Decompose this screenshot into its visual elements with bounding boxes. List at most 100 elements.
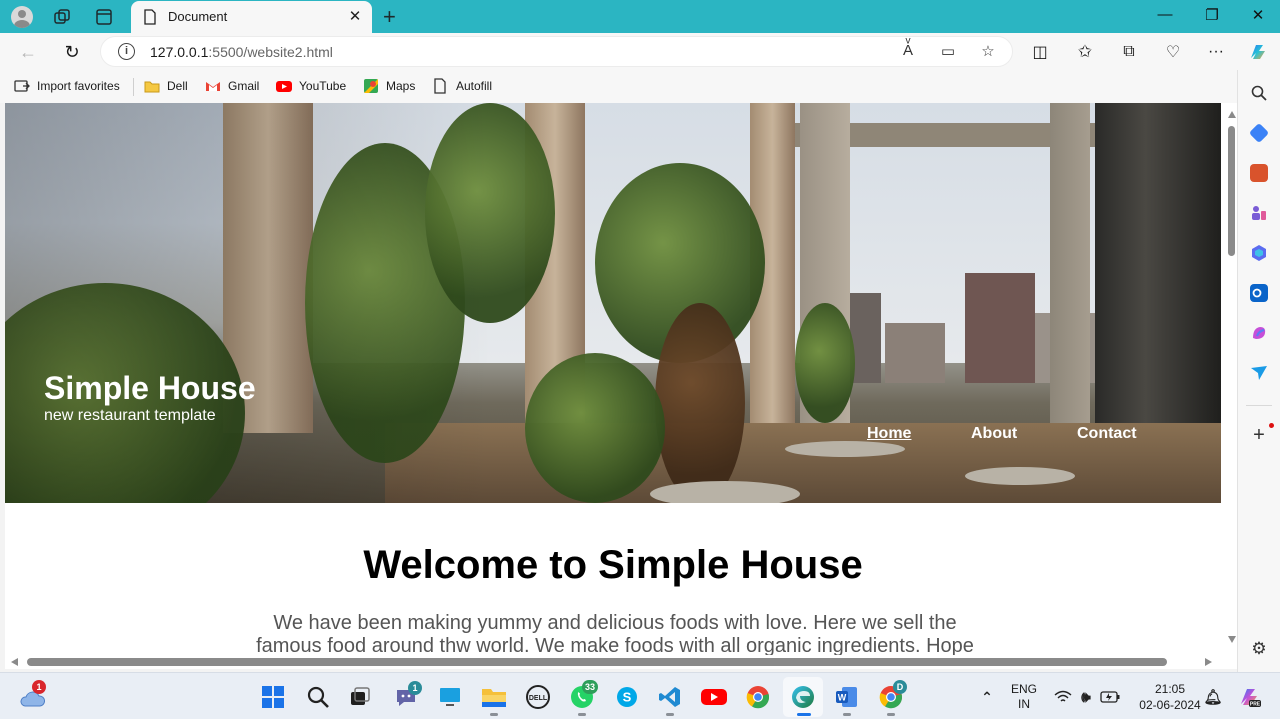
file-explorer-folder-icon[interactable] xyxy=(481,684,507,710)
send-arrow-icon[interactable] xyxy=(1250,364,1268,382)
close-tab-icon[interactable]: ✕ xyxy=(346,7,364,25)
task-view-icon[interactable] xyxy=(347,684,373,710)
split-screen-icon[interactable]: ◫ xyxy=(1028,40,1052,64)
chrome-icon[interactable] xyxy=(745,684,771,710)
show-hidden-icons-chevron-up-icon[interactable]: ⌃ xyxy=(974,684,1000,710)
edge-browser-icon[interactable] xyxy=(790,684,816,710)
vscode-icon[interactable] xyxy=(657,684,683,710)
document-icon xyxy=(433,78,449,94)
gmail-icon xyxy=(205,78,221,94)
favorites-bar: Import favorites Dell Gmail YouTube Maps… xyxy=(0,70,1280,103)
monitor-app-icon[interactable] xyxy=(437,684,463,710)
teams-badge: 1 xyxy=(408,681,422,695)
search-icon[interactable] xyxy=(305,684,331,710)
clock[interactable]: 21:05 02-06-2024 xyxy=(1130,681,1210,713)
site-brand: Simple House new restaurant template xyxy=(44,369,256,425)
svg-text:W: W xyxy=(838,693,847,703)
import-icon xyxy=(14,78,30,94)
profile-avatar-icon[interactable] xyxy=(10,5,34,29)
chrome-profile-badge: D xyxy=(893,680,907,694)
nav-contact-link[interactable]: Contact xyxy=(1077,425,1137,443)
skype-icon[interactable]: S xyxy=(614,684,640,710)
brand-title: Simple House xyxy=(44,370,256,406)
microsoft-365-icon[interactable] xyxy=(1250,244,1268,262)
search-icon[interactable] xyxy=(1250,84,1268,102)
intro-paragraph: We have been making yummy and delicious … xyxy=(256,612,974,657)
windows-start-icon[interactable] xyxy=(260,684,286,710)
page-viewport: Simple House new restaurant template Hom… xyxy=(5,103,1237,669)
add-sidebar-app-icon[interactable]: + xyxy=(1250,425,1268,445)
windows-taskbar: 1 1 DELL 33 S W D ⌃ ENG IN 🕪 21:05 02-06… xyxy=(0,672,1280,719)
clock-date: 02-06-2024 xyxy=(1139,698,1201,712)
copilot-icon[interactable] xyxy=(1246,40,1270,64)
svg-text:S: S xyxy=(623,690,632,705)
volume-speaker-icon[interactable]: 🕪 xyxy=(1073,684,1099,710)
favorite-autofill[interactable]: Autofill xyxy=(433,78,492,94)
svg-text:DELL: DELL xyxy=(529,695,548,702)
vertical-scroll-thumb[interactable] xyxy=(1228,126,1235,256)
minimize-icon[interactable]: — xyxy=(1155,6,1175,23)
favorite-star-icon[interactable]: ☆ xyxy=(978,42,998,62)
scroll-right-arrow-icon[interactable] xyxy=(1205,658,1212,666)
horizontal-scroll-thumb[interactable] xyxy=(27,658,1167,666)
url-text[interactable]: 127.0.0.1:5500/website2.html xyxy=(150,44,333,60)
nav-about-link[interactable]: About xyxy=(971,425,1017,443)
collections-icon[interactable]: ⧉ xyxy=(1117,40,1141,64)
favorite-gmail[interactable]: Gmail xyxy=(205,78,259,94)
site-info-icon[interactable]: i xyxy=(118,43,135,60)
hero-banner: Simple House new restaurant template Hom… xyxy=(5,103,1221,503)
scroll-up-arrow-icon[interactable] xyxy=(1228,111,1236,118)
horizontal-scrollbar[interactable] xyxy=(5,655,1226,669)
copilot-sidebar-icon[interactable] xyxy=(1250,324,1268,342)
more-options-icon[interactable]: ··· xyxy=(1204,40,1228,64)
brand-tagline: new restaurant template xyxy=(44,407,216,424)
browser-essentials-icon[interactable]: ♡ xyxy=(1161,40,1185,64)
welcome-heading: Welcome to Simple House xyxy=(363,543,863,587)
youtube-icon xyxy=(276,78,292,94)
copilot-preview-icon[interactable]: PRE xyxy=(1236,684,1262,710)
close-window-icon[interactable]: ✕ xyxy=(1248,6,1268,24)
document-icon xyxy=(143,9,157,30)
whatsapp-badge: 33 xyxy=(582,680,599,694)
restore-icon[interactable]: ❐ xyxy=(1202,6,1222,24)
clock-time: 21:05 xyxy=(1154,682,1186,696)
tab-actions-icon[interactable] xyxy=(92,5,116,29)
address-toolbar: ← ↻ i 127.0.0.1:5500/website2.html Aͮ ▭ … xyxy=(0,33,1280,70)
tools-briefcase-icon[interactable] xyxy=(1250,164,1268,182)
games-icon[interactable] xyxy=(1250,204,1268,222)
tab-title: Document xyxy=(168,9,228,24)
vertical-scrollbar[interactable] xyxy=(1226,103,1237,655)
favorite-maps[interactable]: Maps xyxy=(363,78,415,94)
read-aloud-icon[interactable]: Aͮ xyxy=(898,42,918,62)
notification-dot xyxy=(1269,423,1274,428)
back-arrow-icon[interactable]: ← xyxy=(16,40,40,64)
active-tab[interactable]: Document ✕ xyxy=(131,1,372,33)
address-bar[interactable]: i 127.0.0.1:5500/website2.html Aͮ ▭ ☆ xyxy=(100,36,1013,67)
battery-charging-icon[interactable] xyxy=(1097,684,1123,710)
favorite-youtube[interactable]: YouTube xyxy=(276,78,346,94)
scroll-left-arrow-icon[interactable] xyxy=(11,658,18,666)
immersive-reader-icon[interactable]: ▭ xyxy=(938,42,958,62)
favorites-icon[interactable]: ✩ xyxy=(1073,40,1097,64)
favorite-import[interactable]: Import favorites xyxy=(14,78,120,94)
workspaces-icon[interactable] xyxy=(50,5,74,29)
word-icon[interactable]: W xyxy=(834,684,860,710)
dell-app-icon[interactable]: DELL xyxy=(525,684,551,710)
folder-icon xyxy=(144,78,160,94)
refresh-icon[interactable]: ↻ xyxy=(60,40,84,64)
scroll-down-arrow-icon[interactable] xyxy=(1228,636,1236,643)
language-indicator[interactable]: ENG IN xyxy=(1009,682,1039,712)
notifications-bell-icon[interactable]: 🔔︎ xyxy=(1200,684,1226,710)
favorite-dell[interactable]: Dell xyxy=(144,78,188,94)
weather-badge: 1 xyxy=(32,680,46,694)
shopping-tag-icon[interactable] xyxy=(1248,122,1270,144)
outlook-icon[interactable] xyxy=(1250,284,1268,302)
favorites-separator xyxy=(133,78,134,96)
new-tab-icon[interactable]: + xyxy=(383,4,396,30)
youtube-app-icon[interactable] xyxy=(701,684,727,710)
maps-icon xyxy=(363,78,379,94)
nav-home-link[interactable]: Home xyxy=(867,425,911,443)
sidebar-settings-gear-icon[interactable]: ⚙ xyxy=(1250,640,1268,658)
svg-text:PRE: PRE xyxy=(1250,702,1261,708)
edge-sidebar: + ⚙ xyxy=(1237,70,1280,672)
